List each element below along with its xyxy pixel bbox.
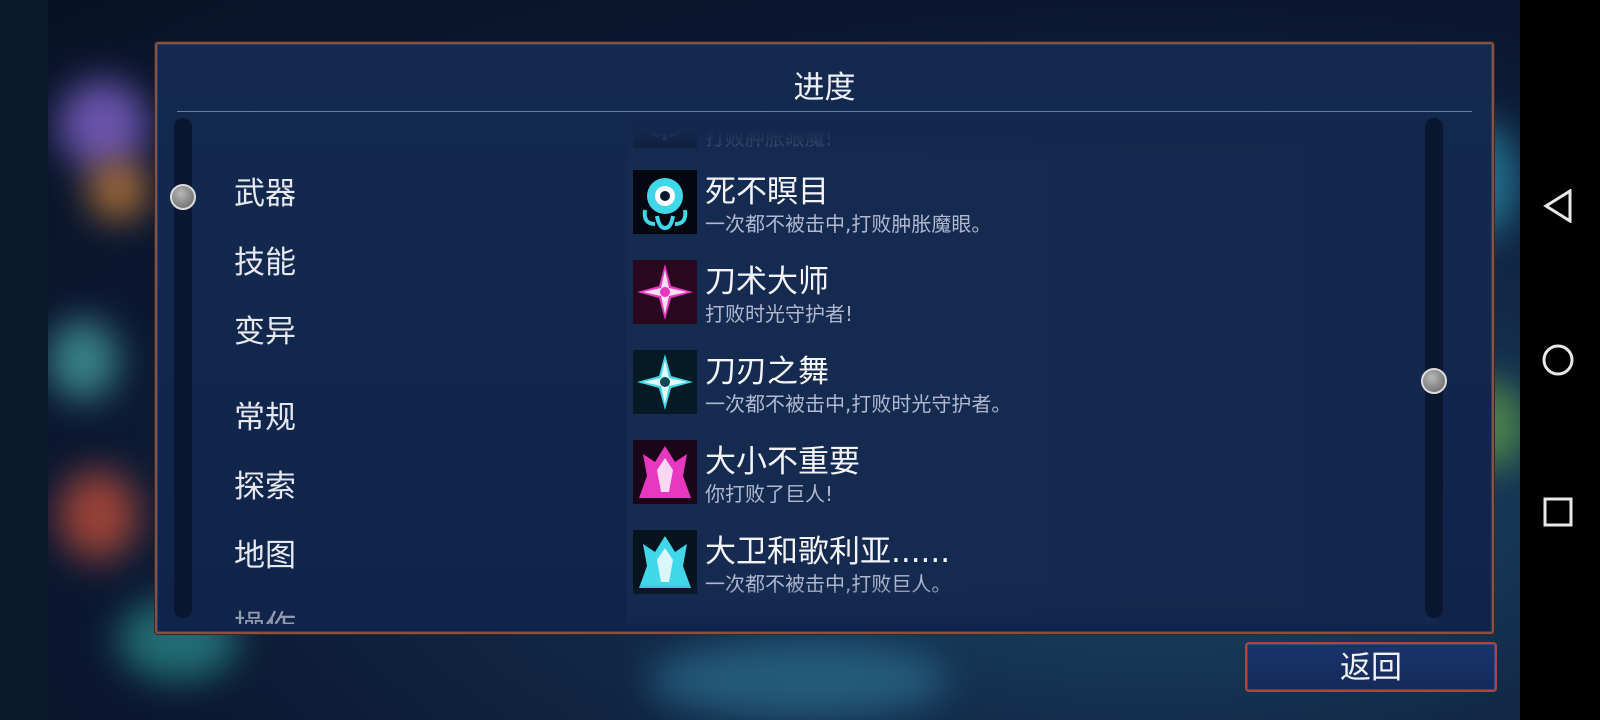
category-exploration[interactable]: 探索 [234, 461, 296, 506]
achievement-list[interactable]: 打败肿胀眼魔! 死不瞑目 一次都不被击中,打败肿胀魔眼。 刀术大师 打败时光守护… [627, 114, 1437, 624]
achievement-desc: 打败时光守护者! [705, 302, 854, 326]
achievement-desc: 一次都不被击中,打败肿胀魔眼。 [705, 212, 992, 236]
achievement-desc: 打败肿胀眼魔! [705, 126, 834, 150]
shuriken-icon [633, 350, 697, 414]
achievement-name: 刀术大师 [705, 264, 829, 300]
category-weapons[interactable]: 武器 [234, 168, 296, 213]
back-button[interactable]: 返回 [1245, 642, 1497, 692]
achievement-desc: 一次都不被击中,打败巨人。 [705, 572, 952, 596]
achievement-scroll-knob[interactable] [1421, 368, 1447, 394]
recents-nav-button[interactable] [1540, 494, 1576, 530]
achievement-row: 刀刃之舞 一次都不被击中,打败时光守护者。 [627, 350, 1427, 428]
achievement-desc: 你打败了巨人! [705, 482, 834, 506]
achievement-name: 大小不重要 [705, 444, 860, 480]
dialog-title: 进度 [793, 70, 856, 106]
android-navigation-bar [1520, 0, 1600, 720]
giant-icon [633, 440, 697, 504]
achievement-desc: 一次都不被击中,打败时光守护者。 [705, 392, 1012, 416]
achievement-row: 死不瞑目 一次都不被击中,打败肿胀魔眼。 [627, 170, 1427, 248]
triangle-back-icon [1543, 189, 1572, 223]
category-mutations[interactable]: 变异 [234, 306, 296, 351]
category-scroll-knob[interactable] [170, 184, 196, 210]
eye-monster-icon [633, 114, 697, 148]
progress-dialog: 进度 ​ 武器 技能 变异 常规 探索 地图 操作 打败肿胀眼魔! 死不瞑目 一… [155, 42, 1494, 634]
category-controls[interactable]: 操作 [234, 601, 296, 624]
category-general[interactable]: 常规 [234, 392, 296, 437]
achievement-name: 大卫和歌利亚...... [705, 534, 951, 570]
giant-icon [633, 530, 697, 594]
category-map[interactable]: 地图 [234, 530, 296, 575]
category-skills[interactable]: 技能 [234, 237, 296, 282]
achievement-row: 大小不重要 你打败了巨人! [627, 440, 1427, 518]
circle-home-icon [1542, 344, 1574, 376]
square-recents-icon [1543, 497, 1573, 527]
shuriken-icon [633, 260, 697, 324]
achievement-scrollbar[interactable] [1421, 118, 1447, 618]
back-nav-button[interactable] [1540, 188, 1576, 224]
achievement-row: 大卫和歌利亚...... 一次都不被击中,打败巨人。 [627, 530, 1427, 608]
home-nav-button[interactable] [1540, 342, 1576, 378]
achievement-name: 死不瞑目 [705, 174, 829, 210]
achievement-row: 打败肿胀眼魔! [627, 114, 1427, 162]
category-list: ​ 武器 技能 变异 常规 探索 地图 操作 [229, 106, 609, 624]
category-scrollbar[interactable] [170, 118, 196, 618]
achievement-row: 刀术大师 打败时光守护者! [627, 260, 1427, 338]
achievement-name: 刀刃之舞 [705, 354, 829, 390]
eye-monster-icon [633, 170, 697, 234]
